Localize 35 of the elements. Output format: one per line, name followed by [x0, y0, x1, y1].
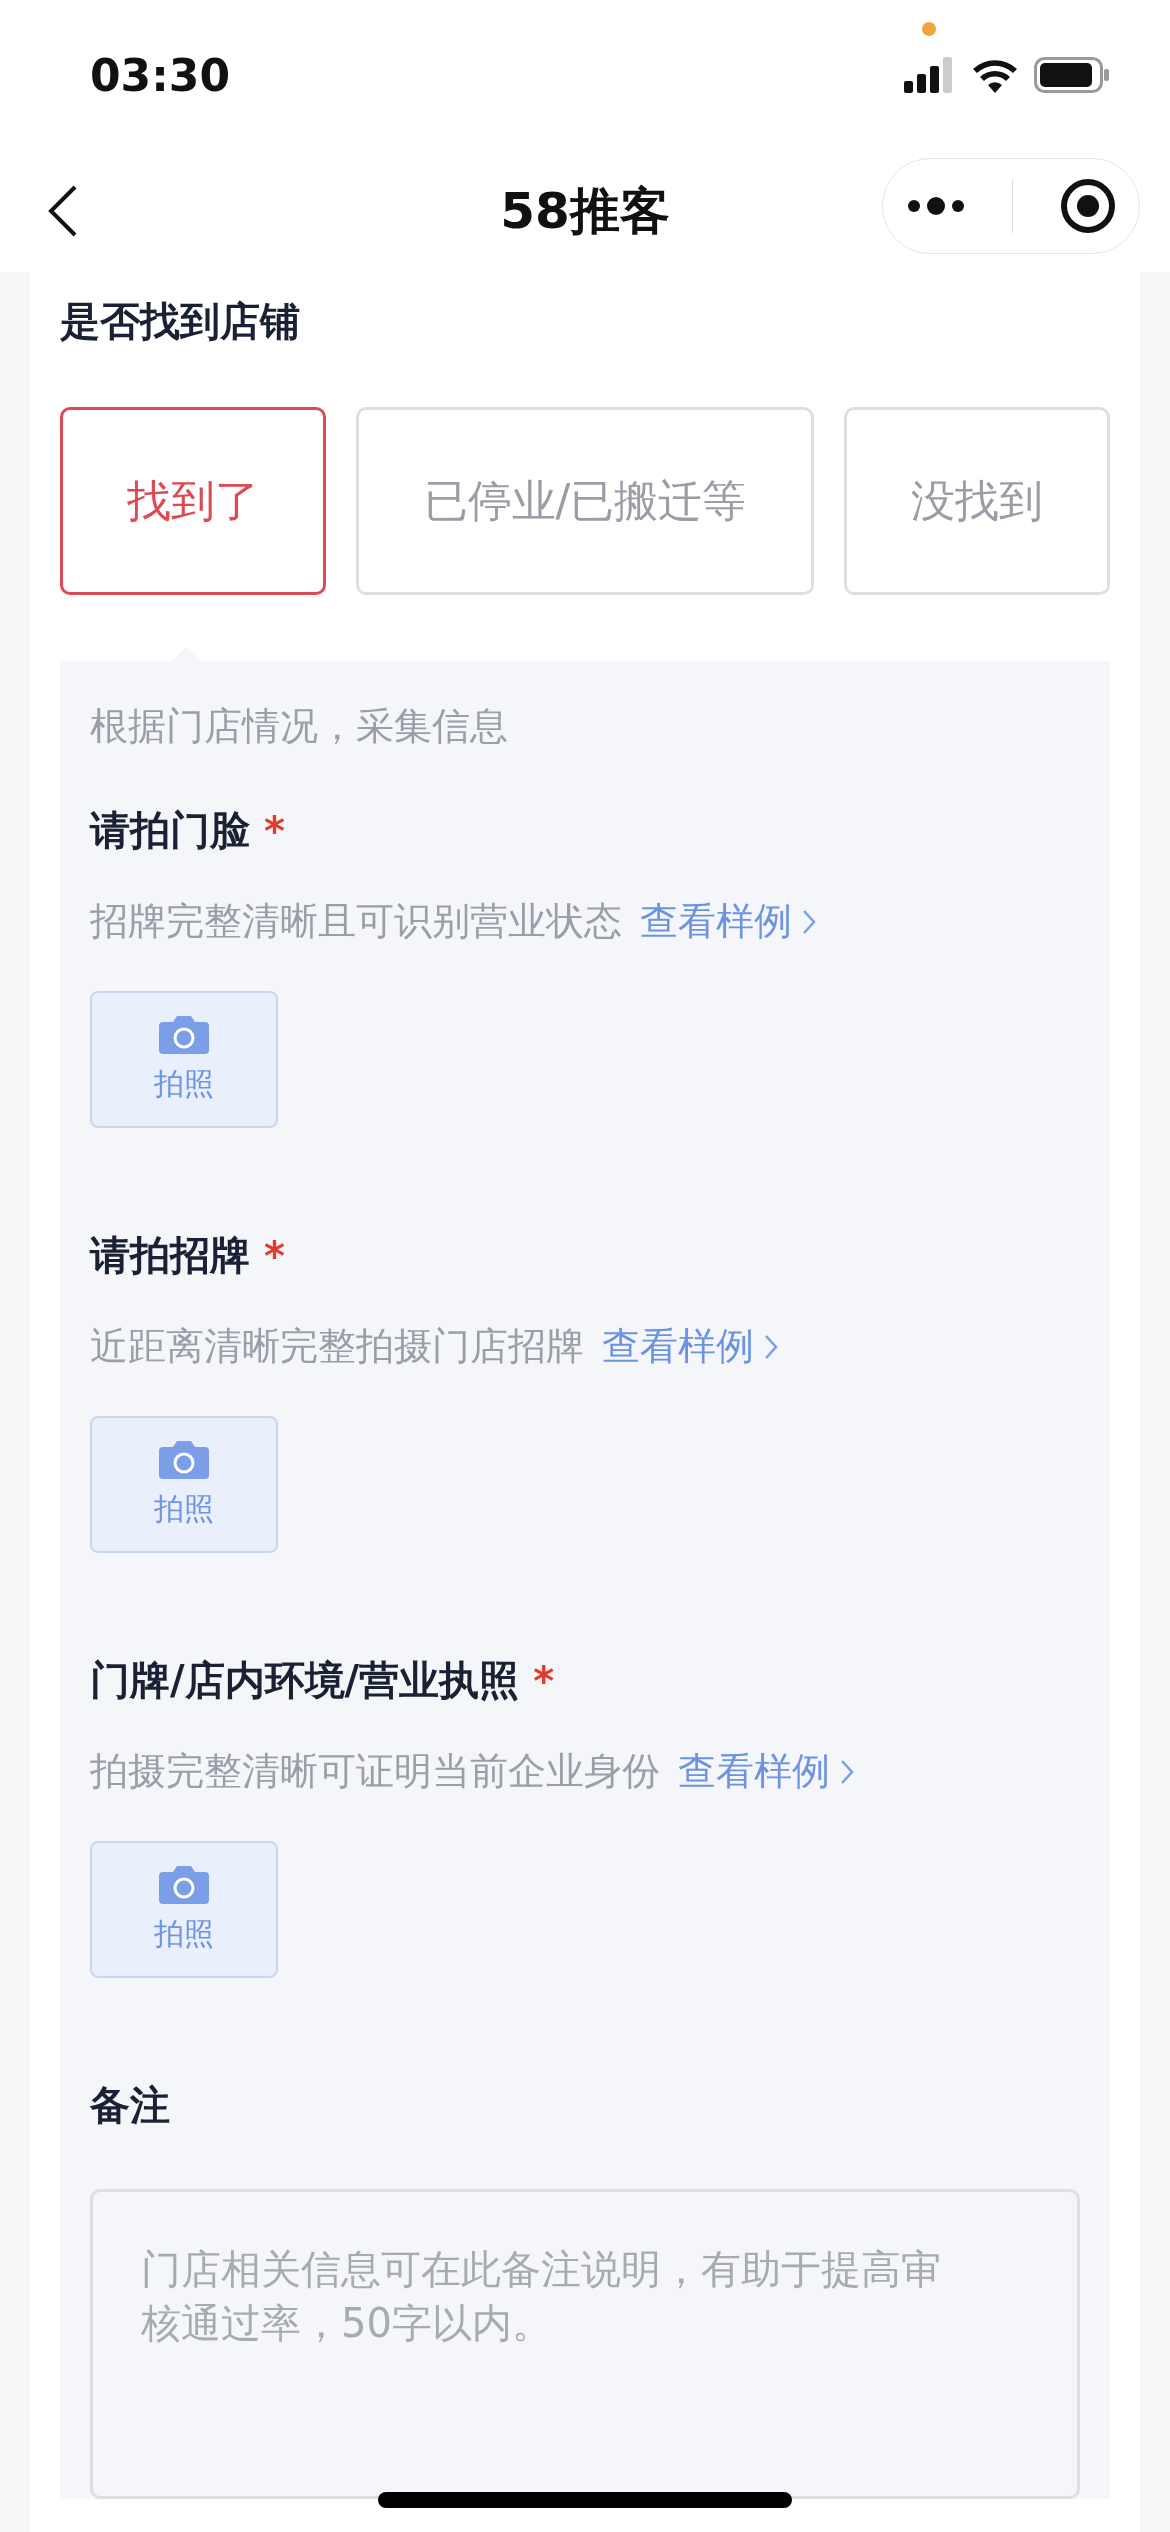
option-button[interactable]: 已停业/已搬迁等: [356, 407, 814, 595]
chevron-icon: [764, 1333, 778, 1360]
question-label: 是否找到店铺: [60, 297, 301, 346]
camera-icon: [159, 1864, 209, 1904]
section-title: 请拍门脸: [90, 806, 250, 855]
chevron-icon: [840, 1758, 854, 1785]
option-button[interactable]: 找到了: [60, 407, 327, 595]
battery-icon: [1034, 57, 1110, 93]
view-example-link[interactable]: 查看样例: [640, 896, 816, 947]
chevron-icon: [802, 908, 816, 935]
option-button[interactable]: 没找到: [843, 407, 1110, 595]
section-hint: 近距离清晰完整拍摄门店招牌: [90, 1323, 584, 1370]
required-mark: *: [533, 1657, 555, 1704]
camera-icon: [159, 1014, 209, 1054]
panel-intro: 根据门店情况，采集信息: [90, 703, 509, 750]
take-photo-button[interactable]: 拍照: [90, 991, 278, 1128]
take-photo-button[interactable]: 拍照: [90, 1416, 278, 1553]
status-time: 03:30: [90, 49, 231, 101]
more-icon[interactable]: [906, 196, 967, 216]
section-title: 门牌/店内环境/营业执照: [90, 1656, 520, 1705]
section-hint: 招牌完整清晰且可识别营业状态: [90, 898, 622, 945]
required-mark: *: [264, 807, 285, 854]
section-title: 请拍招牌: [90, 1231, 250, 1280]
remark-field[interactable]: 门店相关信息可在此备注说明，有助于提高审核通过率，50字以内。: [90, 2189, 1080, 2499]
view-example-link[interactable]: 查看样例: [678, 1746, 854, 1797]
required-mark: *: [264, 1232, 285, 1279]
page-title: 58推客: [500, 180, 670, 242]
section-hint: 拍摄完整清晰可证明当前企业身份: [90, 1748, 660, 1795]
remark-label: 备注: [90, 2081, 171, 2130]
close-miniprogram-icon[interactable]: [1059, 178, 1116, 234]
view-example-link[interactable]: 查看样例: [602, 1321, 778, 1372]
privacy-indicator-icon: [922, 22, 936, 36]
take-photo-button[interactable]: 拍照: [90, 1841, 278, 1978]
camera-icon: [159, 1439, 209, 1479]
back-icon[interactable]: [48, 185, 78, 237]
